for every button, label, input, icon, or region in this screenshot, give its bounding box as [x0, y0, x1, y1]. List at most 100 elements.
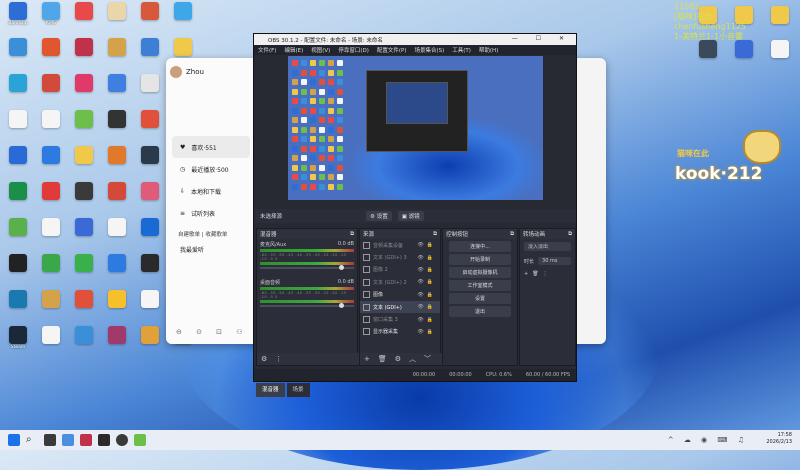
sidebar-item[interactable]: ≡ 试听列表 [172, 202, 250, 224]
desktop-shortcut[interactable] [35, 38, 67, 74]
desktop-shortcut[interactable] [35, 182, 67, 218]
desktop-shortcut[interactable] [101, 74, 133, 110]
desktop-shortcut[interactable] [35, 218, 67, 254]
desktop-shortcut[interactable] [2, 146, 34, 182]
sidebar-item[interactable]: ♥ 喜欢·551 [172, 136, 250, 158]
windows-start-icon[interactable] [8, 434, 20, 446]
window-controls[interactable]: — ☐ ✕ [512, 35, 572, 42]
system-tray-icons[interactable]: ^ ☁ ◉ ⌨ ♫ [668, 436, 748, 444]
desktop-shortcut[interactable] [68, 290, 100, 326]
desktop-shortcut[interactable] [35, 110, 67, 146]
desktop-shortcut[interactable] [68, 2, 100, 38]
desktop-shortcut[interactable] [134, 38, 166, 74]
dock-menu-icon[interactable]: ⧉ [568, 231, 572, 238]
menu-item[interactable]: 帮助(H) [479, 46, 498, 54]
source-item[interactable]: 文本 (GDI+) 2 👁🔒 [360, 276, 440, 288]
desktop-shortcut[interactable]: Steam [2, 326, 34, 362]
obs-taskbar-icon[interactable] [98, 434, 110, 446]
desktop-shortcut[interactable] [35, 74, 67, 110]
desktop-shortcut[interactable] [68, 218, 100, 254]
desktop-shortcut[interactable] [101, 326, 133, 362]
desktop-shortcut[interactable] [726, 40, 762, 74]
desktop-shortcut[interactable]: KMS [35, 2, 67, 38]
volume-slider[interactable] [260, 265, 354, 270]
desktop-shortcut[interactable] [134, 2, 166, 38]
add-icon[interactable]: + [524, 271, 528, 277]
duration-input[interactable]: 30 ms [538, 257, 571, 265]
desktop-shortcut[interactable] [101, 146, 133, 182]
app-icon[interactable] [134, 434, 146, 446]
menu-item[interactable]: 编辑(E) [284, 46, 303, 54]
control-button[interactable]: 开始录制 [449, 254, 511, 265]
visibility-lock-icons[interactable]: 👁🔒 [417, 255, 436, 261]
music-bottom-icons[interactable]: ⊖ ⊙ ⊡ ⚇ [176, 328, 249, 336]
desktop-shortcut[interactable] [134, 254, 166, 290]
control-button[interactable]: 设置 [449, 293, 511, 304]
desktop-shortcut[interactable] [134, 326, 166, 362]
control-button[interactable]: 退出 [449, 306, 511, 317]
desktop-shortcut[interactable] [35, 290, 67, 326]
desktop-shortcut[interactable] [2, 182, 34, 218]
source-item[interactable]: 文本 (GDI+) 👁🔒 [360, 300, 440, 314]
desktop-shortcut[interactable] [2, 218, 34, 254]
dock-menu-icon[interactable]: ⧉ [510, 231, 514, 238]
tab-mixer[interactable]: 混音器 [256, 383, 285, 397]
tab-scenes[interactable]: 场景 [286, 383, 310, 397]
username[interactable]: Zhou [186, 68, 204, 76]
add-icon[interactable]: + [364, 355, 370, 363]
dock-menu-icon[interactable]: ⧉ [433, 231, 437, 238]
obs-title-bar[interactable]: OBS 30.1.2 - 配置文件: 未命名 - 场景: 未命名 — ☐ ✕ [254, 34, 576, 45]
source-item[interactable]: 显示器采集 👁🔒 [360, 326, 440, 338]
desktop-shortcut[interactable] [762, 40, 798, 74]
desktop-shortcut[interactable] [2, 74, 34, 110]
dock-menu-icon[interactable]: ⧉ [350, 231, 354, 238]
menu-item[interactable]: 场景集合(S) [414, 46, 444, 54]
visibility-lock-icons[interactable]: 👁🔒 [417, 242, 436, 248]
desktop-shortcut[interactable] [134, 110, 166, 146]
visibility-lock-icons[interactable]: 👁🔒 [417, 329, 436, 335]
avatar[interactable] [170, 66, 182, 78]
desktop-shortcut[interactable] [101, 38, 133, 74]
desktop-shortcut[interactable] [68, 146, 100, 182]
source-item[interactable]: 音频采集设备 👁🔒 [360, 239, 440, 251]
desktop-shortcut[interactable] [101, 290, 133, 326]
visibility-lock-icons[interactable]: 👁🔒 [417, 267, 436, 273]
desktop-shortcut[interactable] [134, 218, 166, 254]
chevron-up-icon[interactable]: ︿ [409, 354, 416, 364]
desktop-shortcut[interactable] [2, 290, 34, 326]
desktop-shortcut[interactable] [68, 182, 100, 218]
desktop-shortcut[interactable] [101, 110, 133, 146]
desktop-shortcut[interactable] [690, 40, 726, 74]
menu-item[interactable]: 文件(F) [258, 46, 276, 54]
filters-button[interactable]: ▣ 滤镜 [397, 211, 424, 221]
playlist-section-title[interactable]: 自建歌单 | 收藏歌单 [172, 230, 250, 238]
desktop-shortcut[interactable] [2, 38, 34, 74]
desktop-shortcut[interactable] [101, 2, 133, 38]
chevron-down-icon[interactable]: ﹀ [424, 354, 431, 364]
visibility-lock-icons[interactable]: 👁🔒 [417, 317, 436, 323]
task-view-icon[interactable] [44, 434, 56, 446]
menu-item[interactable]: 工具(T) [452, 46, 471, 54]
obs-window[interactable]: OBS 30.1.2 - 配置文件: 未命名 - 场景: 未命名 — ☐ ✕ 文… [253, 33, 577, 397]
desktop-shortcut[interactable] [134, 182, 166, 218]
desktop-shortcut[interactable] [68, 254, 100, 290]
menu-item[interactable]: 停靠窗口(D) [338, 46, 369, 54]
desktop-shortcut[interactable] [167, 2, 199, 38]
visibility-lock-icons[interactable]: 👁🔒 [417, 304, 436, 310]
visibility-lock-icons[interactable]: 👁🔒 [417, 279, 436, 285]
trash-icon[interactable]: 🗑 [378, 355, 387, 363]
control-button[interactable]: 工作室模式 [449, 280, 511, 291]
app-icon[interactable] [116, 434, 128, 446]
source-item[interactable]: 文本 (GDI+) 3 👁🔒 [360, 251, 440, 263]
volume-slider[interactable] [260, 303, 354, 308]
sidebar-item[interactable]: ⇩ 本地和下载 [172, 180, 250, 202]
desktop-shortcut[interactable] [101, 218, 133, 254]
trash-icon[interactable]: 🗑 [532, 271, 538, 277]
desktop-shortcut[interactable] [35, 254, 67, 290]
desktop-shortcut[interactable] [134, 74, 166, 110]
obs-preview[interactable] [288, 56, 543, 200]
gear-icon[interactable]: ⚙ [261, 355, 267, 363]
file-explorer-icon[interactable] [62, 434, 74, 446]
more-icon[interactable]: ⋮ [275, 355, 282, 363]
desktop-shortcut[interactable] [68, 38, 100, 74]
